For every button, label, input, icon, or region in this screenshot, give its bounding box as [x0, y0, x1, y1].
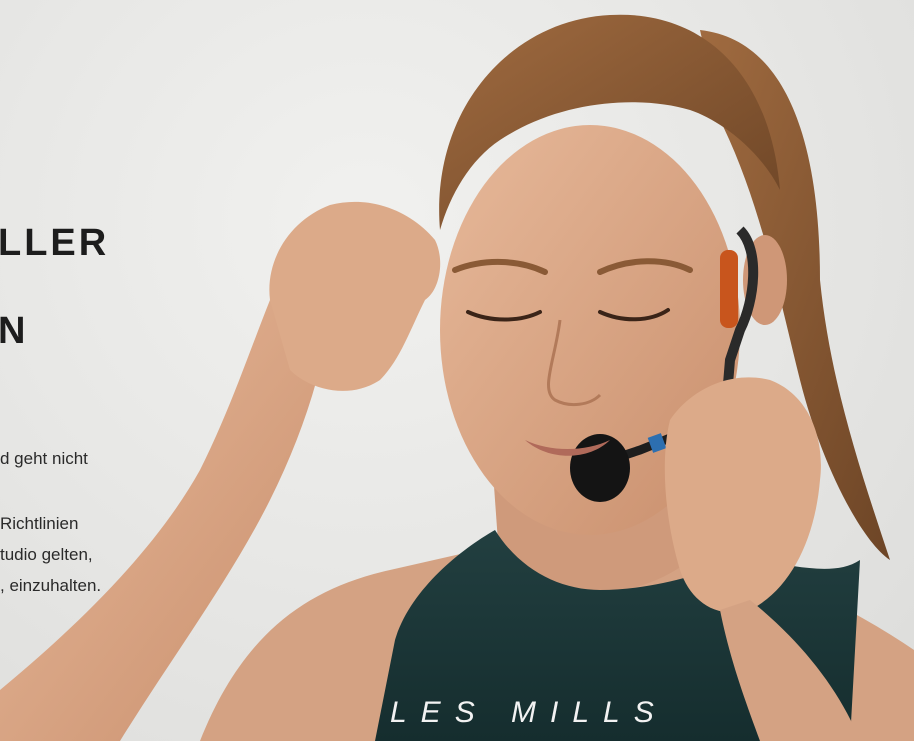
headset-earpiece: [720, 250, 738, 328]
paragraph-2-line-2: tudio gelten,: [0, 545, 93, 564]
left-hand: [269, 201, 441, 391]
paragraph-2-line-3: , einzuhalten.: [0, 576, 102, 595]
paragraph-1-line-1: d geht nicht: [0, 449, 88, 468]
instructor-photo: LES MILLS: [0, 14, 914, 741]
paragraph-2-line-1: Richtlinien: [0, 514, 79, 533]
headline-line-1: LLER: [0, 222, 110, 264]
shirt-print: LES MILLS: [390, 696, 668, 729]
headline-line-2: N: [0, 310, 29, 352]
hero-section: LES MILLS LLER N d geht nicht Richtlinie…: [0, 0, 914, 741]
